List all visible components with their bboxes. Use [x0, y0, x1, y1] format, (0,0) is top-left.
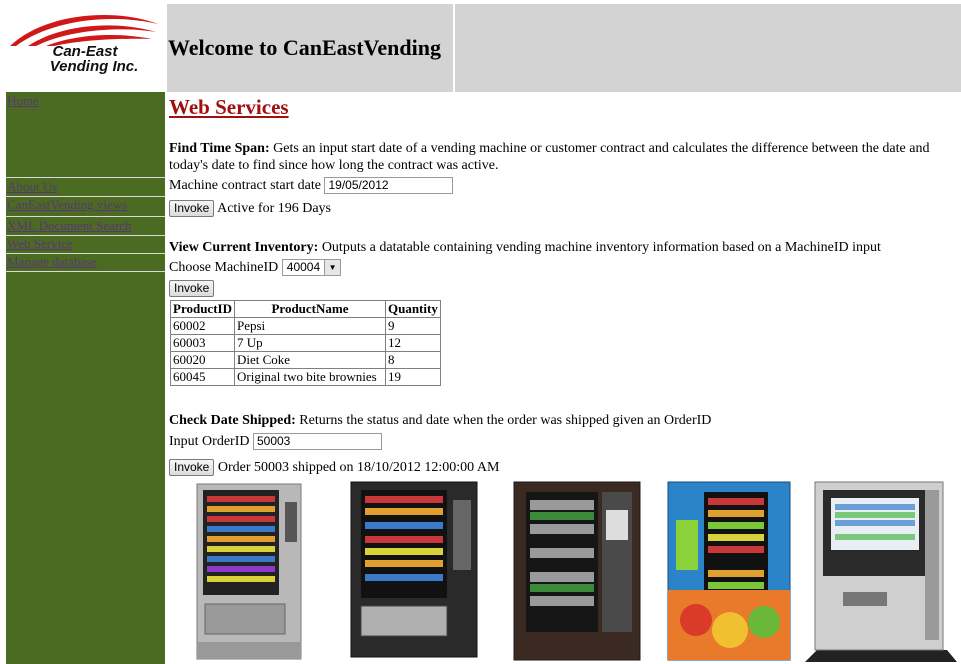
table-cell: 7 Up	[233, 334, 386, 352]
vending-machine-image	[513, 481, 641, 661]
shipped-invoke-button[interactable]: Invoke	[169, 459, 215, 477]
vending-machine-image	[805, 481, 957, 662]
sidebar-item-views[interactable]: CanEastVending views	[7, 197, 127, 213]
shipped-desc: Returns the status and date when the ord…	[295, 413, 712, 428]
header-right-cell	[455, 4, 961, 92]
inventory-description: View Current Inventory: Outputs a datata…	[169, 239, 949, 256]
sidebar-item-about-us[interactable]: About Us	[7, 179, 57, 195]
start-date-input[interactable]: 19/05/2012	[324, 177, 454, 195]
logo-line-1: Can-East	[52, 43, 118, 60]
sidebar-divider	[6, 271, 165, 272]
inventory-heading: View Current Inventory:	[169, 240, 319, 255]
table-header-row: ProductID ProductName Quantity	[170, 300, 441, 318]
order-id-label: Input OrderID	[169, 434, 250, 449]
sidebar-item-manage-database[interactable]: Manage database	[7, 254, 97, 270]
table-cell: 9	[384, 317, 441, 335]
column-header: Quantity	[384, 300, 441, 318]
inventory-desc: Outputs a datatable containing vending m…	[318, 240, 881, 255]
logo-swoosh-icon	[10, 14, 158, 46]
vending-machine-image	[196, 483, 302, 660]
time-span-invoke-row: Invoke Active for 196 Days	[169, 199, 331, 219]
table-cell: 12	[384, 334, 441, 352]
table-cell: 60020	[170, 351, 235, 369]
table-cell: 60045	[170, 368, 235, 386]
inventory-invoke-button[interactable]: Invoke	[169, 280, 215, 298]
table-row: 60045 Original two bite brownies 19	[170, 368, 441, 386]
logo-line-2: Vending Inc.	[49, 58, 139, 75]
shipped-input-row: Input OrderID 50003	[169, 432, 382, 452]
time-span-description: Find Time Span: Gets an input start date…	[169, 140, 949, 174]
shipped-invoke-row: Invoke Order 50003 shipped on 18/10/2012…	[169, 458, 499, 478]
vending-machine-image	[667, 481, 791, 661]
shipped-description: Check Date Shipped: Returns the status a…	[169, 412, 949, 429]
time-span-input-row: Machine contract start date 19/05/2012	[169, 176, 454, 196]
chevron-down-icon[interactable]: ▼	[324, 260, 341, 276]
vending-machine-image	[350, 481, 478, 658]
shipped-heading: Check Date Shipped:	[169, 413, 296, 428]
column-header: ProductID	[170, 300, 235, 318]
table-row: 60002 Pepsi 9	[170, 317, 441, 335]
time-span-desc-1: Gets an input start date of a vending ma…	[269, 141, 930, 156]
table-cell: Diet Coke	[233, 351, 386, 369]
sidebar-divider	[6, 177, 165, 178]
page-title: Web Services	[169, 95, 289, 119]
logo: Can-East Vending Inc.	[0, 4, 165, 92]
machine-id-label: Choose MachineID	[169, 260, 279, 275]
machine-id-select[interactable]: 40004 ▼	[281, 259, 342, 277]
inventory-invoke-row: Invoke	[169, 279, 215, 299]
page-header-title: Welcome to CanEastVending	[168, 35, 441, 60]
sidebar-divider	[6, 216, 165, 217]
table-row: 60020 Diet Coke 8	[170, 351, 441, 369]
sidebar-item-web-service[interactable]: Web Service	[7, 236, 73, 252]
time-span-invoke-button[interactable]: Invoke	[169, 200, 215, 218]
column-header: ProductName	[233, 300, 386, 318]
table-cell: 60003	[170, 334, 235, 352]
machine-id-selected: 40004	[286, 260, 321, 275]
shipped-result: Order 50003 shipped on 18/10/2012 12:00:…	[217, 460, 500, 475]
time-span-heading: Find Time Span:	[169, 141, 270, 156]
time-span-desc-2: today's date to find since how long the …	[169, 158, 499, 173]
logo-text: Can-East Vending Inc.	[10, 44, 160, 74]
sidebar-item-xml-search[interactable]: XML Document Search	[7, 218, 131, 234]
table-cell: 60002	[170, 317, 235, 335]
table-row: 60003 7 Up 12	[170, 334, 441, 352]
sidebar: Home About Us CanEastVending views XML D…	[6, 92, 165, 664]
table-cell: Original two bite brownies	[233, 368, 386, 386]
inventory-table: ProductID ProductName Quantity 60002 Pep…	[170, 300, 441, 386]
start-date-label: Machine contract start date	[169, 178, 321, 193]
table-cell: 8	[384, 351, 441, 369]
sidebar-item-home[interactable]: Home	[7, 93, 39, 109]
vending-machines-banner	[169, 478, 961, 664]
table-cell: Pepsi	[233, 317, 386, 335]
table-cell: 19	[384, 368, 441, 386]
order-id-input[interactable]: 50003	[252, 433, 382, 451]
inventory-select-row: Choose MachineID 40004 ▼	[169, 258, 342, 278]
time-span-result: Active for 196 Days	[217, 201, 332, 216]
